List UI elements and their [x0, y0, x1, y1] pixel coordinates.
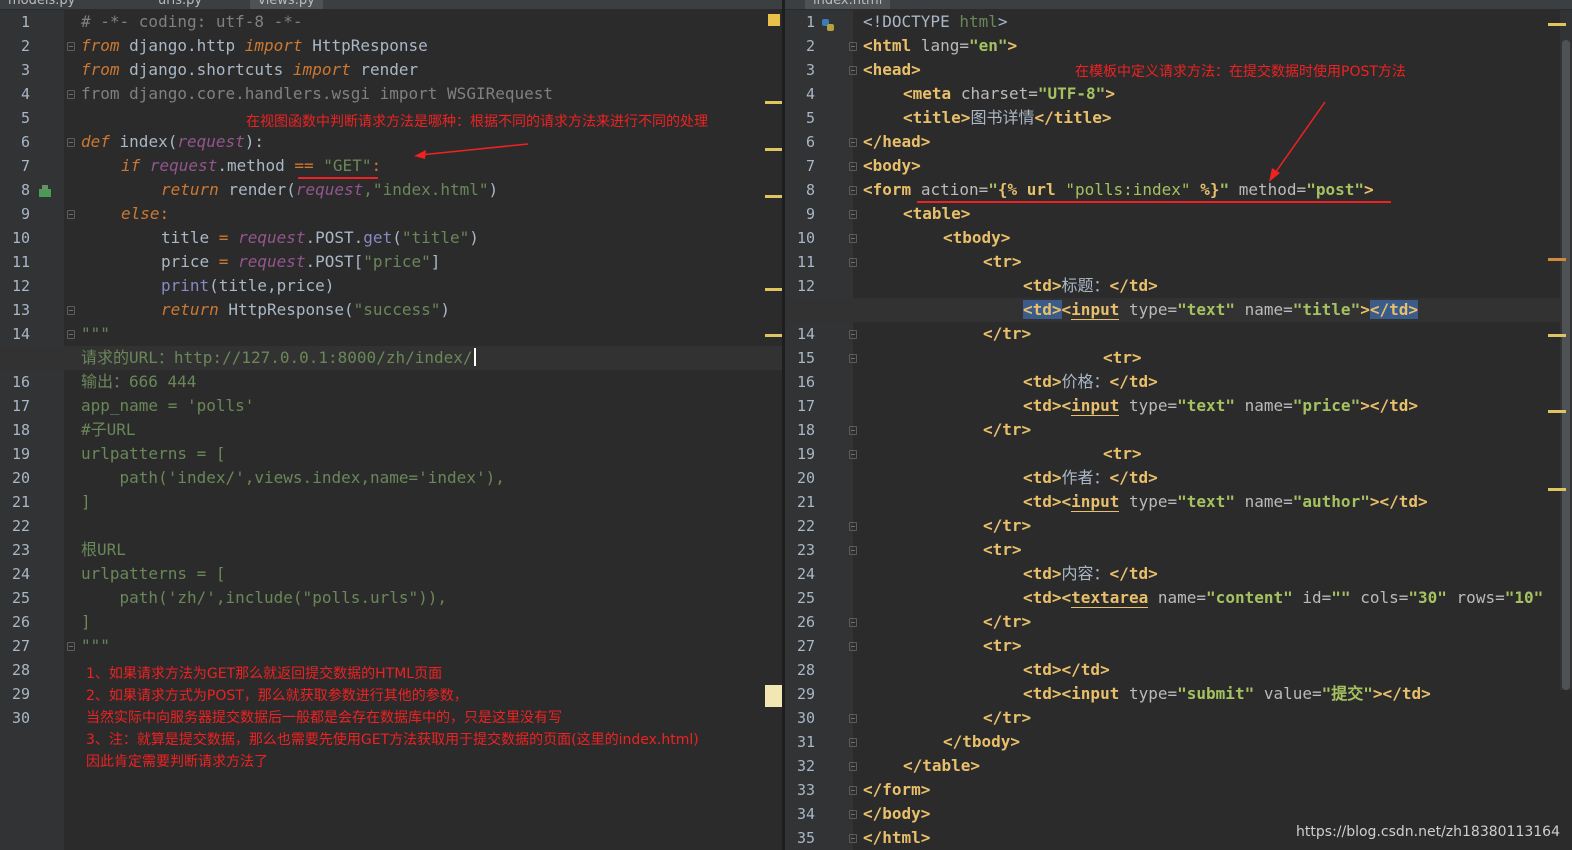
line-number[interactable]: 29	[0, 682, 30, 706]
tab-views-py[interactable]: views.py	[250, 0, 323, 9]
error-stripe-marker[interactable]	[1548, 258, 1566, 261]
html-line-29: <td><input type="submit" value="提交"></td…	[1023, 684, 1431, 703]
html-line-13: <td><input type="text" name="title"></td…	[1023, 300, 1419, 320]
html-line-25: <td><textarea name="content" id="" cols=…	[1023, 588, 1544, 608]
error-stripe-marker[interactable]	[1548, 334, 1566, 337]
code-line-19: urlpatterns = [	[81, 444, 226, 463]
code-line-15: 请求的URL：http://127.0.0.1:8000/zh/index/	[0, 346, 782, 370]
note-line-4: 3、注：就算是提交数据，那么也需要先使用GET方法获取用于提交数据的页面(这里的…	[86, 732, 699, 748]
note-line-1: 1、如果请求方法为GET那么就返回提交数据的HTML页面	[86, 666, 443, 682]
right-editor-pane: index.html 12345678910111213141516171819…	[785, 0, 1572, 850]
code-line-20: path('index/',views.index,name='index'),	[81, 468, 505, 487]
error-stripe-marker[interactable]	[1548, 23, 1566, 26]
html-line-4: <meta charset="UTF-8">	[903, 84, 1115, 103]
html-line-33: </form>	[863, 780, 931, 799]
code-line-9: else:	[121, 204, 170, 223]
code-line-21: ]	[81, 492, 91, 511]
html-line-21: <td><input type="text" name="author"></t…	[1023, 492, 1428, 512]
text-caret	[473, 348, 476, 366]
note-line-5: 因此肯定需要判断请求方法了	[86, 754, 268, 770]
tab-models-py[interactable]: models.py	[0, 0, 84, 9]
html-line-11: <tr>	[983, 252, 1022, 271]
code-line-27: """	[81, 636, 110, 655]
note-line-2: 2、如果请求方式为POST，那么就获取参数进行其他的参数，	[86, 688, 468, 704]
error-stripe-marker[interactable]	[765, 101, 782, 104]
html-line-16: <td>价格：</td>	[1023, 372, 1158, 391]
html-line-31: </tbody>	[943, 732, 1021, 751]
html-line-6: </head>	[863, 132, 931, 151]
html-line-32: </table>	[903, 756, 981, 775]
html-line-1: <!DOCTYPE html>	[863, 12, 1008, 31]
html-line-17: <td><input type="text" name="price"></td…	[1023, 396, 1418, 416]
watermark-url: https://blog.csdn.net/zh18380113164	[1296, 824, 1560, 840]
scroll-thumb[interactable]	[1562, 40, 1570, 690]
html-line-34: </body>	[863, 804, 931, 823]
html-line-19: <tr>	[1103, 444, 1142, 463]
html-line-18: </tr>	[983, 420, 1032, 439]
tab-urls-py[interactable]: urls.py	[150, 0, 211, 9]
line-number[interactable]: 22	[0, 514, 30, 538]
code-line-6: def index(request):	[81, 132, 265, 151]
code-line-16: 输出：666 444	[81, 372, 197, 391]
code-line-14: """	[81, 324, 110, 343]
html-line-15: <tr>	[1103, 348, 1142, 367]
inspection-status-icon[interactable]	[768, 14, 780, 26]
html-line-2: <html lang="en">	[863, 36, 1018, 55]
tab-index-html[interactable]: index.html	[805, 0, 891, 9]
html-line-8: <form action="{% url "polls:index" %}" m…	[863, 180, 1374, 199]
html-line-5: <title>图书详情</title>	[903, 108, 1112, 127]
form-action-underline	[917, 201, 1391, 203]
code-line-1: # -*- coding: utf-8 -*-	[81, 12, 303, 31]
html-line-14: </tr>	[983, 324, 1032, 343]
left-tab-bar: models.py urls.py views.py	[0, 0, 782, 9]
code-line-8: return render(request,"index.html")	[161, 180, 499, 199]
code-line-4: from django.core.handlers.wsgi import WS…	[81, 84, 554, 103]
code-line-17: app_name = 'polls'	[81, 396, 255, 415]
error-stripe-marker[interactable]	[765, 334, 782, 337]
note-line-3: 当然实际中向服务器提交数据后一般都是会存在数据库中的，只是这里没有写	[86, 710, 562, 726]
line-number[interactable]: 5	[0, 106, 30, 130]
line-number[interactable]: 30	[0, 706, 30, 730]
annotation-arrow	[414, 143, 529, 159]
error-stripe-marker[interactable]	[765, 195, 782, 198]
annotation-template-method: 在模板中定义请求方法：在提交数据时使用POST方法	[1075, 64, 1406, 80]
html-line-23: <tr>	[983, 540, 1022, 559]
annotation-arrow	[1269, 101, 1326, 182]
code-line-25: path('zh/',include("polls.urls")),	[81, 588, 448, 607]
right-tab-bar: index.html	[785, 0, 1572, 9]
error-stripe-marker[interactable]	[765, 288, 782, 291]
html-line-28: <td></td>	[1023, 660, 1110, 679]
html-line-30: </tr>	[983, 708, 1032, 727]
code-line-10: title = request.POST.get("title")	[161, 228, 479, 247]
error-stripe-marker[interactable]	[1548, 410, 1566, 413]
get-underline	[298, 177, 378, 179]
vertical-scrollbar[interactable]	[1560, 10, 1572, 690]
annotation-view-method: 在视图函数中判断请求方法是哪种：根据不同的请求方法来进行不同的处理	[246, 114, 708, 130]
html-line-10: <tbody>	[943, 228, 1011, 247]
line-number[interactable]: 28	[0, 658, 30, 682]
html-line-12: <td>标题：</td>	[1023, 276, 1158, 295]
code-line-12: print(title,price)	[161, 276, 335, 295]
code-line-7: if request.method == "GET":	[121, 156, 382, 175]
html-line-22: </tr>	[983, 516, 1032, 535]
code-line-26: ]	[81, 612, 91, 631]
code-line-2: from django.http import HttpResponse	[81, 36, 428, 55]
html-line-26: </tr>	[983, 612, 1032, 631]
code-line-11: price = request.POST["price"]	[161, 252, 441, 271]
code-line-24: urlpatterns = [	[81, 564, 226, 583]
left-editor-pane: models.py urls.py views.py 1 2 3 4 5 6 7 8 9 10 11…	[0, 0, 782, 850]
html-line-20: <td>作者：</td>	[1023, 468, 1158, 487]
code-line-3: from django.shortcuts import render	[81, 60, 419, 79]
error-stripe-marker[interactable]	[1548, 488, 1566, 491]
html-line-7: <body>	[863, 156, 921, 175]
html-line-9: <table>	[903, 204, 971, 223]
code-line-18: #子URL	[81, 420, 136, 439]
scroll-position-marker[interactable]	[765, 685, 782, 707]
html-line-24: <td>内容：</td>	[1023, 564, 1158, 583]
code-line-23: 根URL	[81, 540, 126, 559]
code-line-13: return HttpResponse("success")	[161, 300, 450, 319]
html-line-27: <tr>	[983, 636, 1022, 655]
error-stripe-marker[interactable]	[765, 148, 782, 151]
